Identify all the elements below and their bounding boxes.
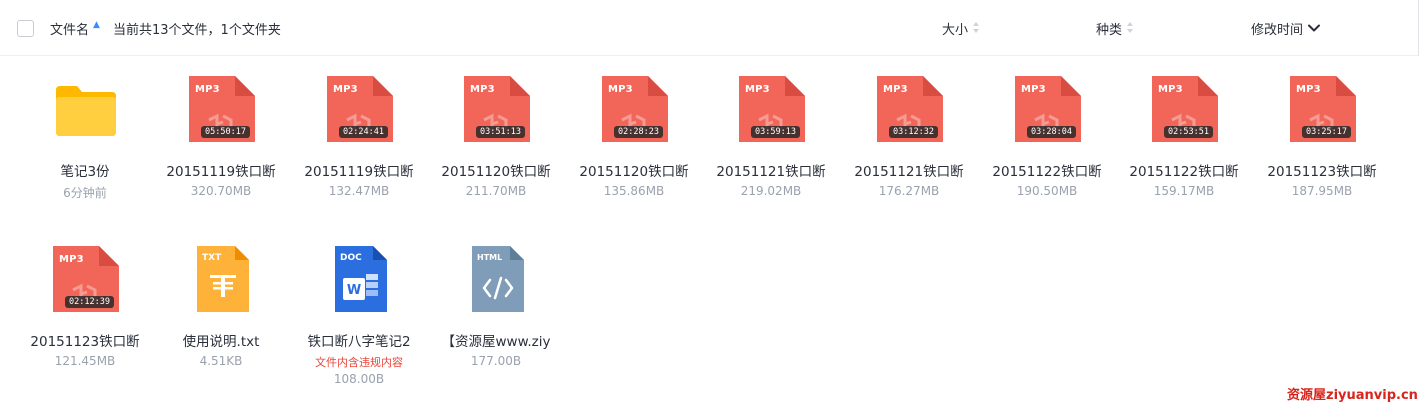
grid-item-doc[interactable]: W DOC 铁口断八字笔记2 文件内含违规内容 108.00B (294, 226, 424, 386)
file-name: 使用说明.txt (182, 334, 260, 350)
file-type-badge: MP3 (745, 84, 770, 95)
file-size: 177.00B (470, 354, 522, 368)
file-type-badge: MP3 (1021, 84, 1046, 95)
violation-warning: 文件内含违规内容 (315, 356, 403, 369)
file-size: 190.50MB (1016, 184, 1078, 198)
file-name: 20151123铁口断 (30, 334, 140, 350)
grid-item-mp3[interactable]: MP3 02:28:23 20151120铁口断 135.86MB (569, 56, 699, 206)
file-size: 219.02MB (740, 184, 802, 198)
svg-text:W: W (347, 283, 361, 298)
grid-item-mp3[interactable]: MP3 02:24:41 20151119铁口断 132.47MB (294, 56, 424, 206)
file-type-badge: MP3 (1296, 84, 1321, 95)
mp3-file-icon: MP3 03:25:17 (1290, 76, 1356, 142)
file-type-badge: MP3 (59, 254, 84, 265)
file-modified-time: 6分钟前 (63, 186, 107, 200)
file-size: 176.27MB (878, 184, 940, 198)
mp3-file-icon: MP3 02:53:51 (1152, 76, 1218, 142)
doc-file-icon: W DOC (327, 246, 393, 312)
file-type-badge: MP3 (608, 84, 633, 95)
audio-duration: 05:50:17 (201, 126, 250, 138)
mp3-file-icon: MP3 05:50:17 (189, 76, 255, 142)
file-type-badge: MP3 (883, 84, 908, 95)
audio-duration: 03:59:13 (751, 126, 800, 138)
sort-by-time-button[interactable]: 修改时间 (1251, 19, 1303, 38)
grid-item-mp3[interactable]: MP3 03:28:04 20151122铁口断 190.50MB (982, 56, 1112, 206)
grid-item-mp3[interactable]: MP3 03:25:17 20151123铁口断 187.95MB (1257, 56, 1387, 206)
file-name: 20151122铁口断 (992, 164, 1102, 180)
file-type-badge: MP3 (1158, 84, 1183, 95)
grid-item-txt[interactable]: TXT 使用说明.txt 4.51KB (156, 226, 286, 376)
file-size: 187.95MB (1291, 184, 1353, 198)
grid-item-mp3[interactable]: MP3 02:53:51 20151122铁口断 159.17MB (1119, 56, 1249, 206)
file-type-badge: MP3 (333, 84, 358, 95)
file-type-badge: HTML (477, 253, 503, 262)
file-name: 20151121铁口断 (716, 164, 826, 180)
file-size: 4.51KB (199, 354, 243, 368)
file-type-badge: TXT (202, 253, 222, 263)
mp3-file-icon: MP3 02:12:39 (53, 246, 119, 312)
file-count-text: 当前共13个文件，1个文件夹 (113, 23, 281, 38)
watermark-text: 资源屋ziyuanvip.cn (1287, 388, 1418, 403)
file-grid: 笔记3份 6分钟前 MP3 05:50:17 20151119铁口断 320.7… (0, 56, 1419, 415)
file-size: 159.17MB (1153, 184, 1215, 198)
mp3-file-icon: MP3 03:12:32 (877, 76, 943, 142)
file-name: 20151119铁口断 (166, 164, 276, 180)
grid-item-mp3[interactable]: MP3 05:50:17 20151119铁口断 320.70MB (156, 56, 286, 206)
file-name: 20151120铁口断 (441, 164, 551, 180)
chevron-down-icon[interactable] (1306, 20, 1322, 36)
file-size: 320.70MB (190, 184, 252, 198)
file-name: 铁口断八字笔记2 (307, 334, 411, 350)
sort-by-type-button[interactable]: 种类 (1096, 19, 1122, 38)
grid-item-folder[interactable]: 笔记3份 6分钟前 (20, 56, 150, 206)
mp3-file-icon: MP3 03:28:04 (1015, 76, 1081, 142)
mp3-file-icon: MP3 02:24:41 (327, 76, 393, 142)
file-size: 135.86MB (603, 184, 665, 198)
audio-duration: 02:53:51 (1164, 126, 1213, 138)
audio-duration: 02:28:23 (614, 126, 663, 138)
file-name: 20151123铁口断 (1267, 164, 1377, 180)
audio-duration: 02:12:39 (65, 296, 114, 308)
grid-item-mp3[interactable]: MP3 03:12:32 20151121铁口断 176.27MB (844, 56, 974, 206)
sort-toggle-icon[interactable] (973, 20, 980, 36)
grid-item-mp3[interactable]: MP3 03:51:13 20151120铁口断 211.70MB (431, 56, 561, 206)
txt-file-icon: TXT (189, 246, 255, 312)
mp3-file-icon: MP3 02:28:23 (602, 76, 668, 142)
audio-duration: 03:25:17 (1302, 126, 1351, 138)
sort-by-name-button[interactable]: 文件名 (50, 19, 89, 38)
file-name: 笔记3份 (60, 164, 110, 180)
file-name: 20151121铁口断 (854, 164, 964, 180)
file-name: 20151122铁口断 (1129, 164, 1239, 180)
file-type-badge: MP3 (195, 84, 220, 95)
select-all-checkbox[interactable] (17, 20, 34, 37)
file-size: 108.00B (333, 372, 385, 386)
file-type-badge: MP3 (470, 84, 495, 95)
file-size: 121.45MB (54, 354, 116, 368)
grid-item-mp3[interactable]: MP3 02:12:39 20151123铁口断 121.45MB (20, 226, 150, 376)
grid-item-html[interactable]: HTML 【资源屋www.ziy 177.00B (431, 226, 561, 376)
file-size: 211.70MB (465, 184, 527, 198)
file-list-header: 文件名 ▲ 当前共13个文件，1个文件夹 大小 种类 修改时间 (0, 0, 1419, 56)
audio-duration: 03:28:04 (1027, 126, 1076, 138)
audio-duration: 02:24:41 (339, 126, 388, 138)
audio-duration: 03:51:13 (476, 126, 525, 138)
file-name: 20151120铁口断 (579, 164, 689, 180)
folder-icon (53, 76, 119, 142)
file-size: 132.47MB (328, 184, 390, 198)
file-name: 【资源屋www.ziy (441, 334, 551, 350)
mp3-file-icon: MP3 03:59:13 (739, 76, 805, 142)
file-name: 20151119铁口断 (304, 164, 414, 180)
grid-item-mp3[interactable]: MP3 03:59:13 20151121铁口断 219.02MB (706, 56, 836, 206)
sort-ascending-icon: ▲ (93, 20, 100, 30)
mp3-file-icon: MP3 03:51:13 (464, 76, 530, 142)
sort-by-size-button[interactable]: 大小 (942, 19, 968, 38)
sort-toggle-icon[interactable] (1127, 20, 1134, 36)
audio-duration: 03:12:32 (889, 126, 938, 138)
html-file-icon: HTML (464, 246, 530, 312)
file-type-badge: DOC (340, 253, 362, 263)
